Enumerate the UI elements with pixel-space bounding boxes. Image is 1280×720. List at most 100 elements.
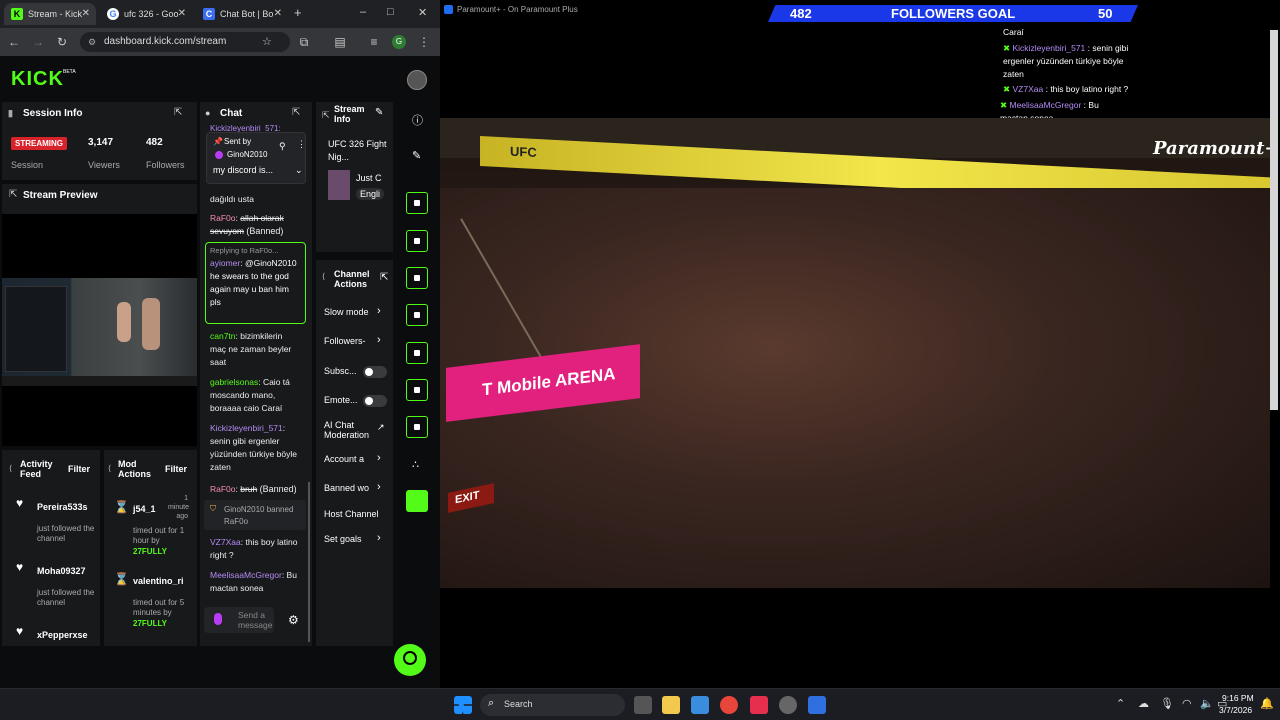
bookmark-star-icon[interactable]: ☆ [262, 32, 272, 52]
chevron-right-icon[interactable]: › [377, 305, 381, 317]
chrome-icon[interactable] [720, 696, 738, 714]
set-goals-item[interactable]: Set goals [324, 534, 362, 544]
chat-username[interactable]: ayiomer [210, 258, 240, 268]
chat-message[interactable]: RaF0o: bruh (Banned) [210, 483, 300, 496]
close-tab-icon[interactable]: ✕ [274, 3, 282, 25]
chat-scrollbar[interactable] [308, 482, 310, 642]
broadcast-tool-icon[interactable] [406, 342, 428, 364]
layout-tool-icon[interactable] [406, 379, 428, 401]
steam-icon[interactable] [779, 696, 797, 714]
chat-message[interactable]: Kickizleyenbiri_571: senin gibi ergenler… [210, 422, 300, 474]
chat-username[interactable]: RaF0o [210, 213, 236, 223]
chevron-right-icon[interactable]: › [377, 334, 381, 346]
account-age-item[interactable]: Account a [324, 454, 364, 464]
maximize-button[interactable]: □ [387, 6, 394, 18]
mod-target-name[interactable]: valentino_ri [133, 576, 184, 586]
tab-stream-kick[interactable]: K Stream - Kick ✕ [4, 3, 96, 25]
activity-filter-button[interactable]: Filter [68, 464, 90, 474]
dots-cluster-icon[interactable]: ∴ [412, 458, 419, 471]
speaker-icon[interactable]: 🔈 [1200, 697, 1214, 710]
subscribers-toggle[interactable] [363, 366, 387, 378]
clock-date[interactable]: 3/7/2026 [1219, 705, 1252, 715]
host-channel-item[interactable]: Host Channel [324, 509, 379, 519]
info-icon[interactable]: ⓘ [412, 112, 423, 128]
extensions-icon[interactable]: ⧉ [296, 34, 312, 50]
external-link-icon[interactable]: ↗ [377, 422, 385, 433]
obs-app-icon[interactable] [808, 696, 826, 714]
chat-message[interactable]: can7tn: bizimkilerin maç ne zaman beyler… [210, 330, 300, 369]
windows-start-icon[interactable] [454, 696, 472, 714]
close-tab-icon[interactable]: ✕ [82, 3, 90, 25]
popout-icon[interactable]: ⇱ [292, 107, 300, 118]
unpin-icon[interactable]: ⚲ [279, 141, 286, 152]
emote-toggle[interactable] [363, 395, 387, 407]
banned-words-item[interactable]: Banned wo [324, 483, 369, 493]
follower-name[interactable]: Pereira533s [37, 502, 88, 512]
close-tab-icon[interactable]: ✕ [178, 3, 186, 25]
green-app-icon[interactable] [406, 490, 428, 512]
profile-avatar[interactable]: G [392, 35, 406, 49]
chat-username[interactable]: gabrielsonas [210, 377, 258, 387]
slow-mode-item[interactable]: Slow mode [324, 307, 369, 317]
reload-icon[interactable]: ↻ [54, 34, 70, 50]
chevron-right-icon[interactable]: › [377, 532, 381, 544]
site-info-icon[interactable]: ⚙ [88, 32, 96, 52]
arena-video[interactable]: UFC T Mobile ARENA EXIT Paramount+ [440, 118, 1270, 588]
followers-only-item[interactable]: Followers- [324, 336, 366, 346]
moderator-name[interactable]: 27FULLY [133, 547, 167, 556]
notification-bell-icon[interactable]: 🔔 [1260, 697, 1274, 710]
tab-ufc-google[interactable]: G ufc 326 - Goo ✕ [100, 3, 192, 25]
wifi-icon[interactable]: ◠ [1182, 697, 1192, 710]
reading-icon[interactable]: ▤ [332, 34, 348, 50]
more-icon[interactable]: ⋮ [297, 139, 306, 150]
media-icon[interactable]: ≡ [366, 34, 382, 50]
chat-username[interactable]: can7tn [210, 331, 236, 341]
clock-time[interactable]: 9:16 PM [1222, 693, 1254, 703]
chat-settings-gear-icon[interactable]: ⚙ [288, 613, 299, 627]
popout-icon[interactable]: ⇱ [174, 107, 182, 118]
microphone-icon[interactable]: 🎙 [1160, 697, 1174, 710]
mod-filter-button[interactable]: Filter [165, 464, 187, 474]
chat-tool-icon[interactable] [406, 304, 428, 326]
taskbar-search[interactable]: ⌕ Search [480, 694, 625, 716]
minimize-button[interactable]: – [360, 6, 366, 18]
support-headset-icon[interactable] [394, 644, 426, 676]
cloud-icon[interactable]: ☁ [1138, 697, 1149, 710]
moderator-name[interactable]: 27FULLY [133, 619, 167, 628]
tray-chevron-up-icon[interactable]: ⌃ [1116, 697, 1125, 710]
chat-message[interactable]: gabrielsonas: Caio tá moscando mano, bor… [210, 376, 300, 415]
ai-chat-moderation-item[interactable]: AI Chat Moderation [324, 420, 374, 440]
file-explorer-icon[interactable] [662, 696, 680, 714]
popout-icon[interactable]: ⇱ [380, 272, 388, 283]
store-icon[interactable] [691, 696, 709, 714]
chat-message[interactable]: MeelisaaMcGregor: Bu mactan sonea [210, 569, 300, 595]
url-input[interactable]: ⚙ dashboard.kick.com/stream ☆ [80, 32, 290, 52]
chat-message[interactable]: RaF0o: allah olarak sevuyom (Banned) [210, 212, 300, 238]
forward-arrow-icon[interactable]: → [30, 34, 46, 50]
task-view-icon[interactable] [634, 696, 652, 714]
new-tab-button[interactable]: + [294, 5, 302, 20]
kick-logo[interactable]: KICK [11, 68, 64, 91]
edit-pencil-icon[interactable]: ✎ [375, 107, 383, 118]
notes-tool-icon[interactable] [406, 267, 428, 289]
chat-input[interactable]: Send a message [204, 607, 274, 633]
back-arrow-icon[interactable]: ← [6, 34, 22, 50]
camera-tool-icon[interactable] [406, 192, 428, 214]
menu-kebab-icon[interactable]: ⋮ [416, 34, 432, 50]
chevron-right-icon[interactable]: › [377, 481, 381, 493]
follower-name[interactable]: Moha09327 [37, 566, 86, 576]
music-icon[interactable] [750, 696, 768, 714]
follower-name[interactable]: xPepperxse [37, 630, 88, 640]
chevron-down-icon[interactable]: ⌄ [295, 165, 303, 176]
pinned-message[interactable]: 📌 Sent by ⚲ ⋮ GinoN2010 my discord is...… [206, 132, 306, 184]
mic-icon[interactable] [214, 613, 222, 625]
chat-message[interactable]: VZ7Xaa: this boy latino right ? [210, 536, 300, 562]
mod-target-name[interactable]: j54_1 [133, 504, 156, 514]
chat-username[interactable]: Kickizleyenbiri_571 [210, 423, 283, 433]
chat-username[interactable]: VZ7Xaa [210, 537, 241, 547]
close-window-button[interactable]: ✕ [418, 6, 427, 19]
wrench-tool-icon[interactable] [406, 416, 428, 438]
chat-username[interactable]: MeelisaaMcGregor [210, 570, 282, 580]
chat-username[interactable]: RaF0o [210, 484, 236, 494]
edit-pencil-icon[interactable]: ✎ [412, 149, 421, 162]
